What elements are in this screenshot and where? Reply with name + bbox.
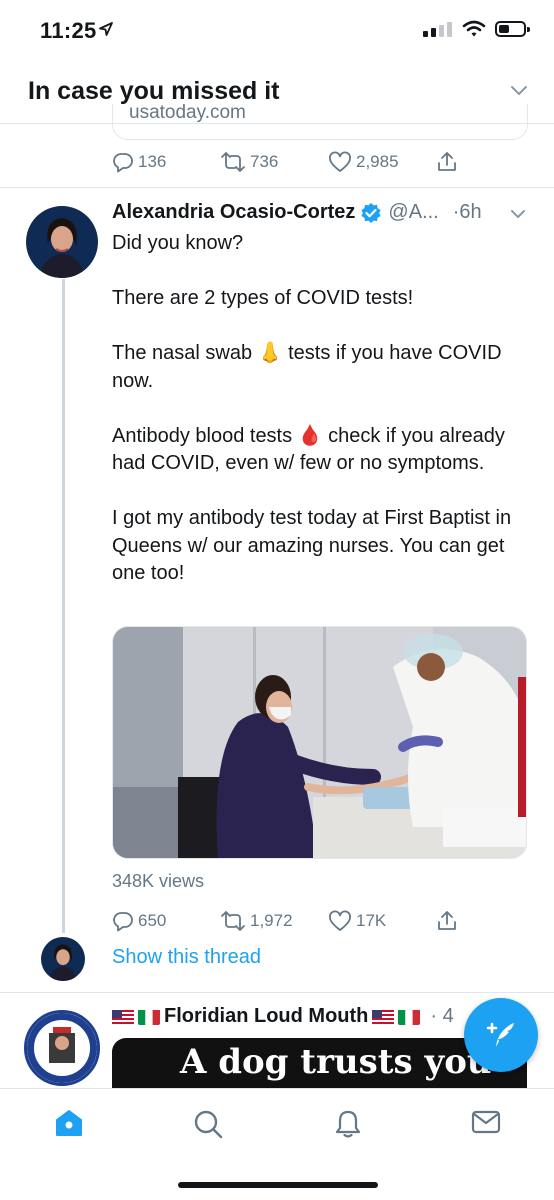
like-count: 17K: [356, 911, 387, 930]
next-tweet-header: Floridian Loud Mouth · 4: [112, 1005, 454, 1028]
retweet-icon: [221, 911, 245, 931]
like-button[interactable]: 2,985: [328, 151, 436, 173]
author-name[interactable]: Floridian Loud Mouth: [164, 1005, 368, 1028]
tweet-media-image[interactable]: [112, 626, 527, 859]
show-thread-link[interactable]: Show this thread: [112, 946, 261, 969]
home-indicator: [178, 1182, 378, 1188]
page-title: In case you missed it: [28, 77, 280, 105]
media-text: A dog trusts you: [180, 1042, 492, 1082]
link-domain: usatoday.com: [129, 104, 246, 123]
compose-tweet-icon: [486, 1022, 514, 1047]
author-handle[interactable]: @A...: [388, 201, 438, 224]
reply-count: 136: [138, 152, 167, 171]
us-flag-icon: [112, 1009, 134, 1025]
status-bar: 11:25: [0, 0, 554, 60]
location-arrow-icon: [99, 22, 113, 36]
retweet-button[interactable]: 1,972: [220, 910, 328, 932]
chevron-down-icon[interactable]: [510, 209, 526, 219]
avatar[interactable]: [26, 206, 98, 278]
share-button[interactable]: [436, 910, 544, 932]
search-icon[interactable]: [193, 1109, 223, 1139]
italy-flag-icon: [138, 1009, 160, 1025]
retweet-icon: [221, 152, 245, 172]
wifi-icon: [462, 20, 486, 37]
view-count: 348K views: [112, 871, 205, 891]
cellular-signal-icon: [423, 22, 452, 37]
tweet-text: Did you know? There are 2 types of COVID…: [112, 232, 512, 584]
messages-icon[interactable]: [471, 1109, 501, 1135]
tweet-header: Alexandria Ocasio-Cortez @A... · 6h: [112, 201, 482, 224]
chevron-down-icon[interactable]: [510, 84, 528, 96]
retweet-count: 1,972: [250, 911, 293, 930]
author-name[interactable]: Alexandria Ocasio-Cortez: [112, 201, 355, 224]
reply-icon: [113, 912, 133, 932]
previous-tweet-actions: 136 736 2,985: [112, 151, 544, 173]
share-icon: [438, 152, 456, 171]
heart-icon: [329, 910, 351, 931]
tweet-actions: 650 1,972 17K: [112, 910, 544, 932]
retweet-button[interactable]: 736: [220, 151, 328, 173]
italy-flag-icon: [398, 1009, 421, 1025]
tweet-time[interactable]: 6h: [459, 201, 481, 224]
reply-button[interactable]: 650: [112, 910, 220, 932]
like-count: 2,985: [356, 152, 399, 171]
share-button[interactable]: [436, 151, 544, 173]
reply-icon: [113, 153, 133, 173]
verified-badge-icon: [361, 202, 382, 223]
us-flag-icon: [372, 1009, 395, 1025]
retweet-count: 736: [250, 152, 279, 171]
heart-icon: [329, 151, 351, 172]
reply-count: 650: [138, 911, 167, 930]
compose-tweet-button[interactable]: [464, 998, 538, 1072]
share-icon: [438, 911, 456, 930]
home-icon[interactable]: [54, 1109, 84, 1137]
battery-icon: [495, 21, 530, 37]
reply-button[interactable]: 136: [112, 151, 220, 173]
avatar[interactable]: [24, 1010, 100, 1086]
link-card[interactable]: usatoday.com: [112, 104, 528, 140]
thread-avatar[interactable]: [41, 937, 85, 981]
separator-dot: ·: [452, 201, 460, 223]
divider: [0, 187, 554, 188]
status-time: 11:25: [40, 18, 97, 43]
notifications-icon[interactable]: [333, 1109, 363, 1139]
tweet-time[interactable]: · 4: [430, 1005, 453, 1028]
like-button[interactable]: 17K: [328, 910, 436, 932]
divider: [0, 992, 554, 993]
thread-line: [62, 279, 65, 933]
